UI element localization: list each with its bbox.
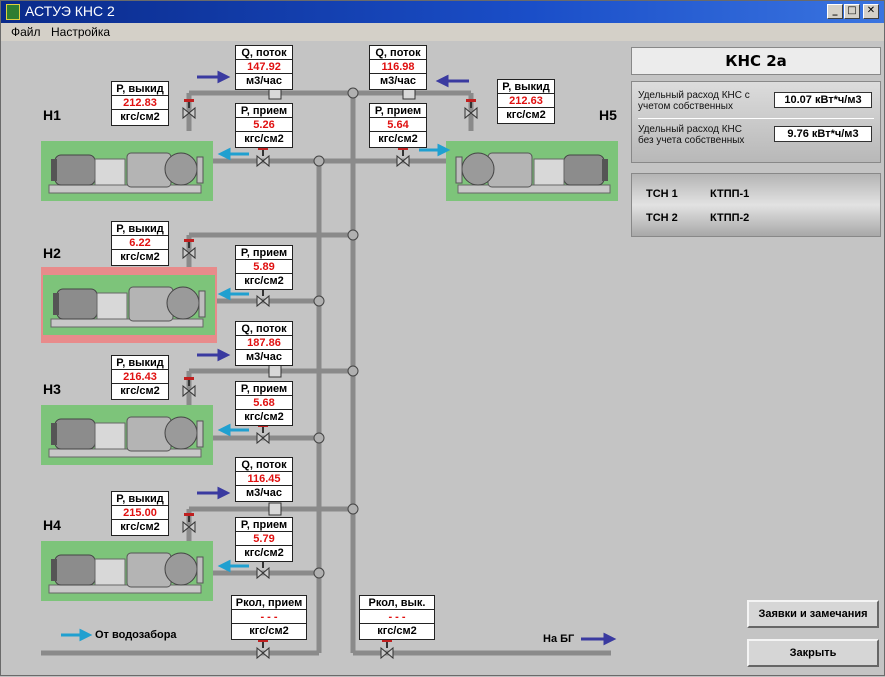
spec1-label-line1: Удельный расход КНС с [638,90,750,101]
divider [638,118,874,119]
spec2-label-line1: Удельный расход КНС [638,124,742,135]
h1-pin-unit: кгс/см2 [235,131,293,148]
h4-pin-unit: кгс/см2 [235,545,293,562]
pump-h1 [40,140,214,202]
pump-label-h3: Н3 [43,381,61,397]
ktp2-label: КТПП-2 [710,212,750,224]
pump-h2 [41,267,217,343]
h3-pin-unit: кгс/см2 [235,409,293,426]
station-title: КНС 2а [631,47,881,75]
collector-in-unit: кгс/см2 [231,623,307,640]
pump-label-h5: Н5 [599,107,617,123]
pump-h5 [445,140,619,202]
spec2-value: 9.76 кВт*ч/м3 [774,126,872,142]
h1-flow-unit: м3/час [235,73,293,90]
h3-flow-unit: м3/час [235,349,293,366]
close-button[interactable]: Закрыть [747,639,879,667]
h4-pout-unit: кгс/см2 [111,519,169,536]
spec2-label-line2: без учета собственных [638,135,745,146]
legend-to-bg: На БГ [543,633,575,645]
ktp1-label: КТПП-1 [710,188,750,200]
tsn2-label: ТСН 2 [646,212,678,224]
legend-from-intake: От водозабора [95,629,177,641]
aux-transformers-panel: ТСН 1 КТПП-1 ТСН 2 КТПП-2 [631,173,881,237]
h5-flow-unit: м3/час [369,73,427,90]
specific-consumption-panel: Удельный расход КНС с учетом собственных… [631,81,881,163]
h2-pin-unit: кгс/см2 [235,273,293,290]
h3-pout-unit: кгс/см2 [111,383,169,400]
pump-label-h2: Н2 [43,245,61,261]
pump-label-h4: Н4 [43,517,61,533]
h1-pout-unit: кгс/см2 [111,109,169,126]
spec1-label-line2: учетом собственных [638,101,733,112]
collector-out-unit: кгс/см2 [359,623,435,640]
spec1-value: 10.07 кВт*ч/м3 [774,92,872,108]
app-window: АСТУЭ КНС 2 _ □ ✕ Файл Настройка Н1 Н5 Н… [0,0,885,676]
pump-h3 [40,404,214,466]
h2-pout-unit: кгс/см2 [111,249,169,266]
requests-button[interactable]: Заявки и замечания [747,600,879,628]
h4-flow-unit: м3/час [235,485,293,502]
tsn1-label: ТСН 1 [646,188,678,200]
h5-pin-unit: кгс/см2 [369,131,427,148]
pump-h4 [40,540,214,602]
h5-pout-unit: кгс/см2 [497,107,555,124]
pump-label-h1: Н1 [43,107,61,123]
